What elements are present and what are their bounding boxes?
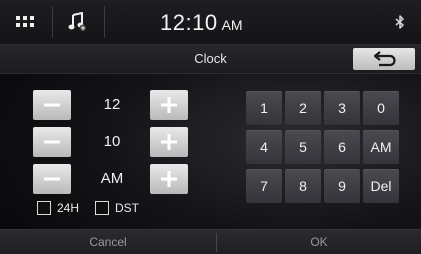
bluetooth-icon: [395, 15, 404, 29]
key-am[interactable]: AM: [363, 130, 399, 164]
status-time: 12:10: [160, 10, 218, 35]
meridiem-decrement-button[interactable]: [33, 164, 71, 194]
checkbox-box[interactable]: [37, 201, 51, 215]
key-6[interactable]: 6: [324, 130, 360, 164]
bottom-action-bar: Cancel OK: [0, 229, 421, 254]
status-clock: 12:10 AM: [160, 6, 243, 40]
checkbox-box[interactable]: [95, 201, 109, 215]
status-bar: 12:10 AM: [0, 0, 421, 45]
hour-value: 12: [103, 96, 121, 113]
minute-decrement-button[interactable]: [33, 127, 71, 157]
status-meridiem: AM: [221, 17, 243, 33]
dst-label: DST: [115, 201, 139, 215]
divider: [104, 6, 105, 38]
plus-icon: [161, 134, 177, 150]
cancel-button[interactable]: Cancel: [0, 230, 216, 254]
key-1[interactable]: 1: [246, 91, 282, 125]
key-3[interactable]: 3: [324, 91, 360, 125]
key-0[interactable]: 0: [363, 91, 399, 125]
key-8[interactable]: 8: [285, 169, 321, 203]
back-arrow-icon: [373, 51, 396, 67]
ok-button[interactable]: OK: [217, 230, 421, 254]
key-delete[interactable]: Del: [363, 169, 399, 203]
clock-settings-screen: 12:10 AM Clock 12 10 AM 24H DST 1 2 3 0 …: [0, 0, 421, 254]
key-7[interactable]: 7: [246, 169, 282, 203]
divider: [52, 6, 53, 38]
meridiem-value: AM: [100, 170, 124, 187]
key-4[interactable]: 4: [246, 130, 282, 164]
key-5[interactable]: 5: [285, 130, 321, 164]
minus-icon: [44, 140, 60, 144]
meridiem-increment-button[interactable]: [150, 164, 188, 194]
24h-checkbox[interactable]: 24H: [37, 201, 79, 215]
hour-decrement-button[interactable]: [33, 90, 71, 120]
grid-icon: [16, 16, 34, 27]
minute-value: 10: [103, 133, 121, 150]
audio-source-button[interactable]: [60, 5, 96, 39]
minus-icon: [44, 103, 60, 107]
key-9[interactable]: 9: [324, 169, 360, 203]
minus-icon: [44, 177, 60, 181]
hour-increment-button[interactable]: [150, 90, 188, 120]
back-button[interactable]: [353, 48, 415, 70]
plus-icon: [161, 171, 177, 187]
menu-grid-button[interactable]: [8, 5, 42, 39]
music-note-icon: [68, 12, 87, 32]
key-2[interactable]: 2: [285, 91, 321, 125]
title-bar: Clock: [0, 45, 421, 74]
dst-checkbox[interactable]: DST: [95, 201, 139, 215]
minute-increment-button[interactable]: [150, 127, 188, 157]
bluetooth-status: [390, 5, 410, 39]
plus-icon: [161, 97, 177, 113]
24h-label: 24H: [57, 201, 80, 215]
